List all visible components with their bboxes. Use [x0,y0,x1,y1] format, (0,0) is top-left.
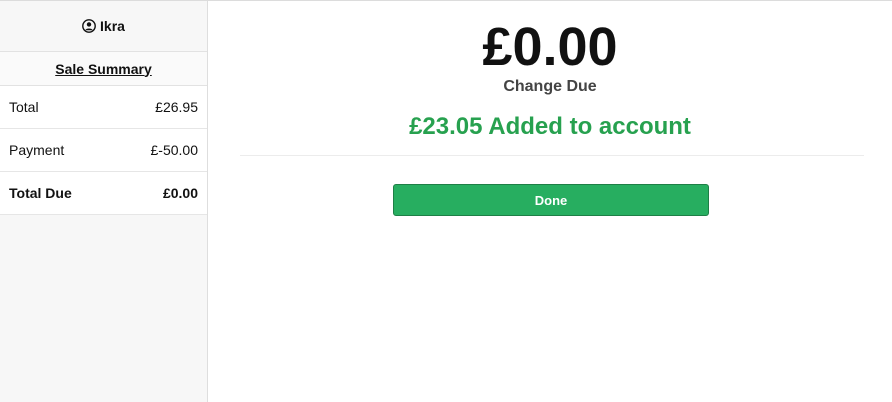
summary-value: £-50.00 [150,142,198,158]
user-header: Ikra [0,1,207,52]
change-due-label: Change Due [503,78,597,95]
main-panel: £0.00 Change Due £23.05 Added to account… [208,1,892,402]
divider [240,155,864,156]
sale-summary-list: Total £26.95 Payment £-50.00 Total Due £… [0,86,207,215]
summary-value: £26.95 [155,99,198,115]
sale-summary-header: Sale Summary [0,52,207,86]
change-due-amount: £0.00 [482,17,618,77]
user-circle-icon [82,19,96,33]
summary-label: Payment [9,142,65,158]
summary-label: Total Due [9,185,72,201]
summary-row-payment: Payment £-50.00 [0,129,207,172]
summary-value: £0.00 [162,185,198,201]
summary-row-total-due: Total Due £0.00 [0,172,207,215]
summary-label: Total [9,99,39,115]
done-button[interactable]: Done [393,184,709,216]
user-name: Ikra [100,18,125,34]
sidebar: Ikra Sale Summary Total £26.95 Payment £… [0,1,208,402]
summary-row-total: Total £26.95 [0,86,207,129]
added-to-account-message: £23.05 Added to account [409,113,691,140]
sale-summary-title: Sale Summary [55,60,152,77]
checkout-complete-screen: Ikra Sale Summary Total £26.95 Payment £… [0,0,892,402]
